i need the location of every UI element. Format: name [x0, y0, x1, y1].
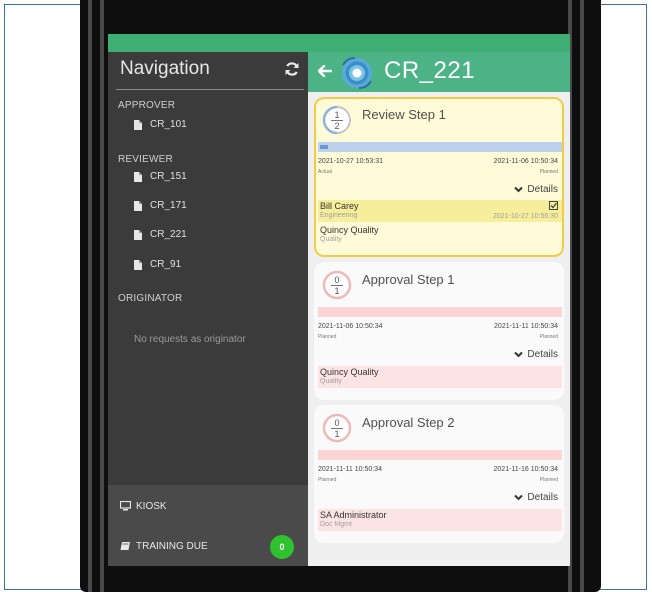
details-toggle[interactable]: Details	[514, 492, 558, 503]
assignee-name: Bill Carey	[320, 201, 359, 211]
sidebar-item-cr101[interactable]: CR_101	[134, 119, 187, 135]
fraction-denominator: 2	[334, 121, 339, 131]
assignee-department: Doc Mgmt	[320, 521, 352, 528]
sidebar-item-cr221[interactable]: CR_221	[134, 229, 187, 245]
start-date-label: Planned	[318, 477, 337, 483]
section-originator: ORIGINATOR	[118, 293, 183, 304]
sidebar-item-cr151[interactable]: CR_151	[134, 171, 187, 187]
book-icon	[120, 542, 130, 551]
assignee-name: SA Administrator	[320, 510, 387, 520]
navigation-divider	[116, 89, 304, 90]
phone-edge	[88, 0, 92, 592]
sidebar-item-label: CR_151	[150, 171, 187, 182]
assignee-row: Quincy Quality Quality	[318, 366, 562, 388]
step-title: Approval Step 2	[362, 415, 455, 430]
sidebar-item-label: CR_221	[150, 229, 187, 240]
sidebar-item-label: CR_171	[150, 200, 187, 211]
progress-bar	[318, 142, 562, 152]
end-date: 2021-11-06 10:50:34	[493, 158, 558, 165]
assignee-department: Engineering	[320, 212, 358, 219]
progress-bar	[318, 307, 562, 317]
fraction-numerator: 0	[334, 418, 339, 428]
training-due-button[interactable]: TRAINING DUE	[120, 541, 208, 552]
request-header: CR_221	[308, 52, 570, 92]
step-card-review-1[interactable]: 1 2 Review Step 1 2021-10-27 10:53:31 Ac…	[314, 97, 564, 257]
assignee-row: Quincy Quality Quality	[318, 223, 562, 247]
training-count-badge: 0	[270, 535, 294, 559]
fraction-denominator: 1	[334, 286, 339, 296]
fraction-denominator: 1	[334, 429, 339, 439]
step-card-approval-2[interactable]: 0 1 Approval Step 2 2021-11-11 10:50:34 …	[314, 405, 564, 543]
monitor-icon	[119, 501, 132, 511]
document-icon	[134, 259, 142, 270]
details-label: Details	[527, 184, 558, 195]
phone-edge	[580, 0, 584, 592]
swirl-logo-icon	[342, 57, 372, 89]
progress-bar	[318, 450, 562, 460]
section-approver: APPROVER	[118, 100, 176, 111]
sidebar-item-label: CR_91	[150, 259, 182, 270]
assignee-row: Bill Carey Engineering 2021-10-27 10:56:…	[318, 200, 562, 222]
status-bar	[108, 34, 570, 52]
step-card-approval-1[interactable]: 0 1 Approval Step 1 2021-11-06 10:50:34 …	[314, 262, 564, 400]
start-date: 2021-11-06 10:50:34	[318, 323, 383, 330]
document-icon	[134, 229, 142, 240]
fraction-numerator: 0	[334, 275, 339, 285]
document-icon	[134, 171, 142, 182]
sidebar-footer: KIOSK TRAINING DUE 0	[108, 485, 308, 566]
step-title: Approval Step 1	[362, 272, 455, 287]
start-date: 2021-11-11 10:50:34	[318, 466, 382, 473]
navigation-title: Navigation	[120, 58, 210, 79]
start-date-label: Planned	[318, 334, 337, 340]
phone-edge	[100, 0, 104, 592]
start-date: 2021-10-27 10:53:31	[318, 158, 383, 165]
assignee-row: SA Administrator Doc Mgmt	[318, 509, 562, 531]
progress-bar-fill	[320, 145, 328, 149]
start-date-label: Actual	[318, 169, 332, 175]
assignee-department: Quality	[320, 236, 342, 243]
request-title: CR_221	[384, 57, 476, 84]
document-icon	[134, 119, 142, 130]
details-toggle[interactable]: Details	[514, 349, 558, 360]
training-due-label: TRAINING DUE	[136, 541, 208, 552]
refresh-icon[interactable]	[284, 61, 300, 77]
end-date-label: Planned	[539, 334, 558, 340]
end-date-label: Planned	[539, 169, 558, 175]
kiosk-button[interactable]: KIOSK	[119, 501, 167, 512]
navigation-sidebar: Navigation APPROVER CR_101 REVIEWER CR_1…	[108, 52, 308, 566]
assignee-name: Quincy Quality	[320, 367, 379, 377]
end-date: 2021-11-11 10:50:34	[494, 323, 558, 330]
chevron-down-icon	[514, 351, 524, 358]
assignee-department: Quality	[320, 378, 342, 385]
back-arrow-icon[interactable]	[318, 65, 332, 77]
end-date-label: Planned	[539, 477, 558, 483]
end-date: 2021-11-16 10:50:34	[493, 466, 558, 473]
kiosk-label: KIOSK	[136, 501, 167, 512]
chevron-down-icon	[514, 494, 524, 501]
main-panel: CR_221 1 2 Review Step 1 2021-10-27 10:5…	[308, 52, 570, 566]
assignee-name: Quincy Quality	[320, 225, 379, 235]
checked-box-icon	[549, 201, 558, 210]
progress-circle-icon: 1 2	[322, 105, 351, 135]
app-screen: Navigation APPROVER CR_101 REVIEWER CR_1…	[108, 34, 570, 566]
originator-empty-text: No requests as originator	[134, 334, 246, 345]
assignee-completed-date: 2021-10-27 10:56:30	[493, 213, 558, 220]
step-title: Review Step 1	[362, 107, 446, 122]
chevron-down-icon	[514, 186, 524, 193]
section-reviewer: REVIEWER	[118, 154, 173, 165]
progress-circle-icon: 0 1	[322, 270, 352, 300]
details-label: Details	[527, 492, 558, 503]
navigation-header: Navigation	[108, 52, 308, 90]
progress-circle-icon: 0 1	[322, 413, 352, 443]
fraction-numerator: 1	[334, 110, 339, 120]
sidebar-item-cr91[interactable]: CR_91	[134, 259, 181, 275]
sidebar-item-label: CR_101	[150, 119, 187, 130]
details-label: Details	[527, 349, 558, 360]
document-icon	[134, 200, 142, 211]
sidebar-item-cr171[interactable]: CR_171	[134, 200, 187, 216]
details-toggle[interactable]: Details	[514, 184, 558, 195]
